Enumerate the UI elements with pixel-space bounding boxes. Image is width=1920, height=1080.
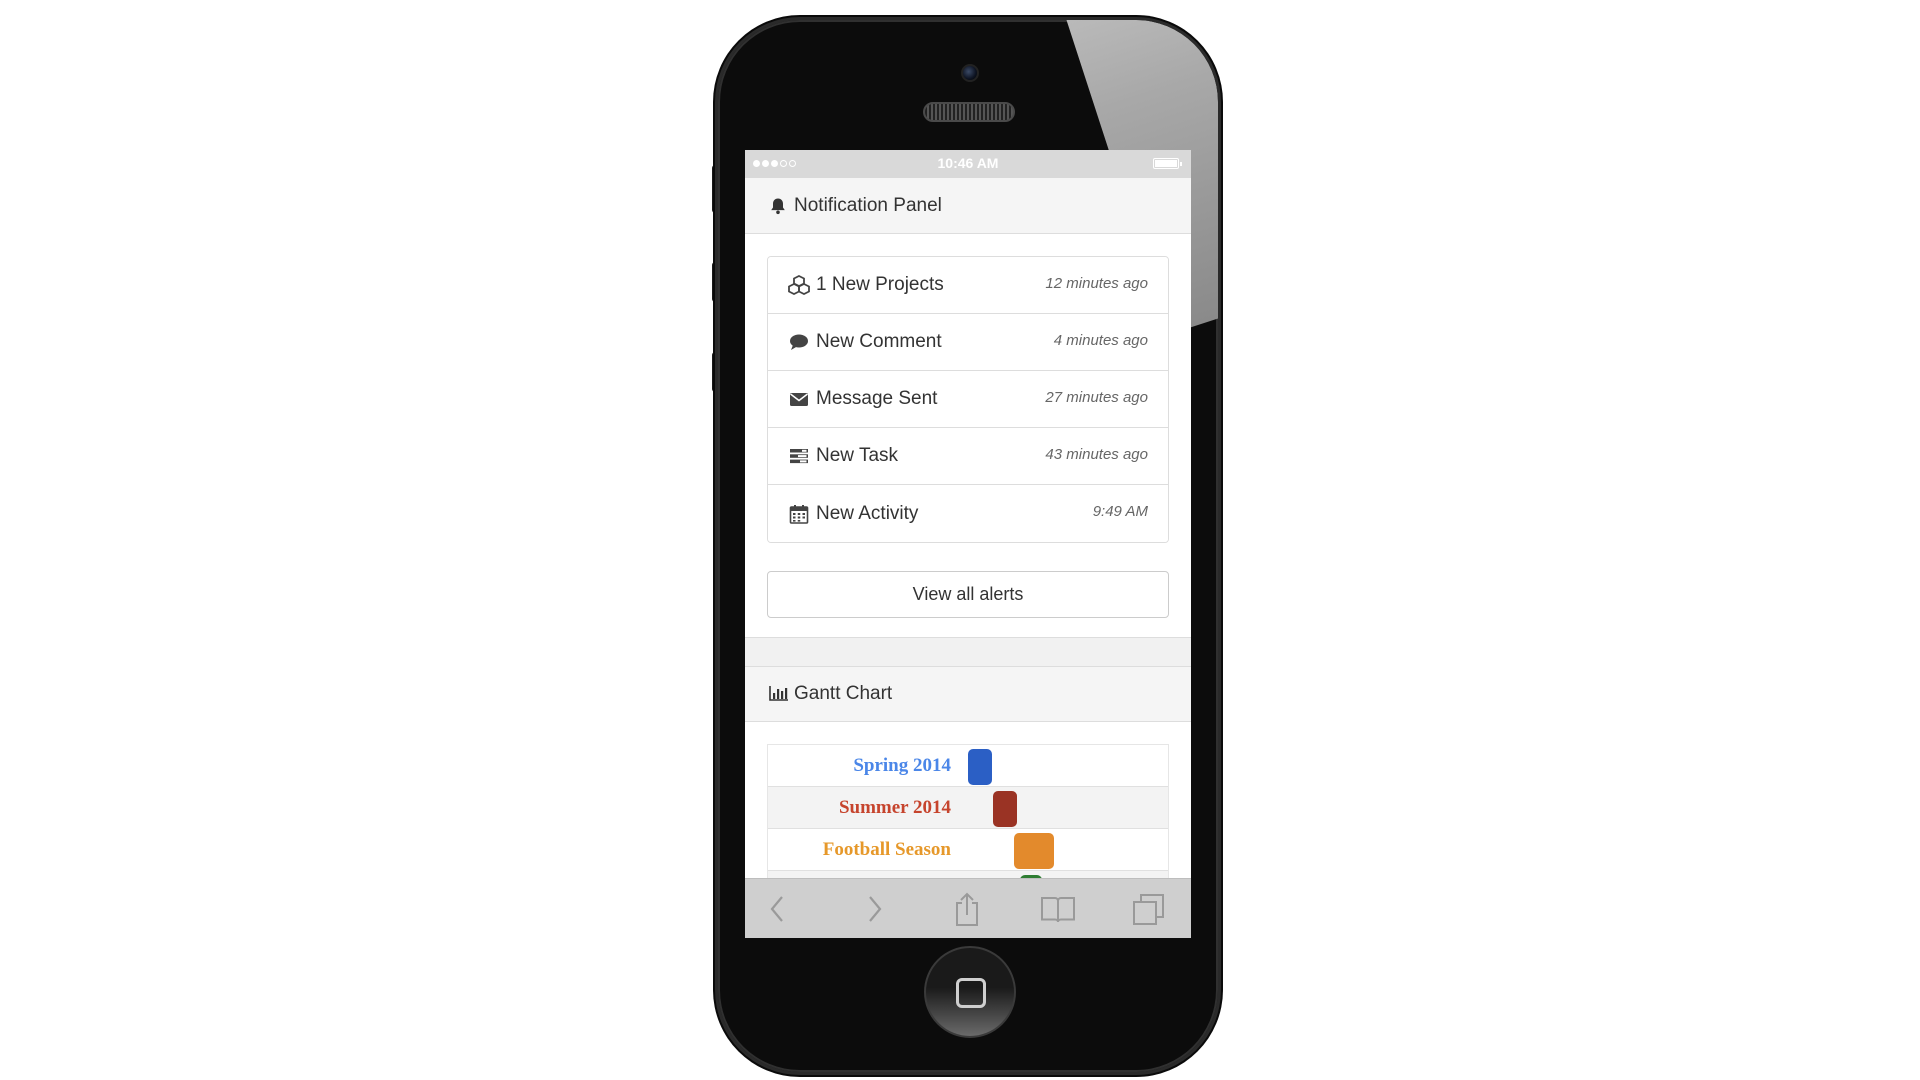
list-item-label: Message Sent bbox=[816, 388, 938, 409]
gantt-row bbox=[768, 871, 1168, 878]
section-separator bbox=[745, 638, 1191, 666]
list-item-new-task[interactable]: New Task 43 minutes ago bbox=[768, 428, 1168, 485]
speaker-grille bbox=[923, 102, 1015, 122]
list-item-time: 9:49 AM bbox=[1092, 503, 1148, 520]
cubes-icon bbox=[788, 274, 810, 296]
view-all-alerts-button[interactable]: View all alerts bbox=[767, 571, 1169, 618]
gantt-panel-title: Gantt Chart bbox=[794, 683, 893, 704]
list-item-label: 1 New Projects bbox=[816, 274, 944, 295]
comment-icon bbox=[788, 331, 810, 353]
home-button[interactable] bbox=[924, 946, 1016, 1038]
phone-screen: 10:46 AM Notification Panel 1 New Projec… bbox=[745, 150, 1191, 938]
gantt-row: Spring 2014 bbox=[768, 745, 1168, 787]
list-item-message-sent[interactable]: Message Sent 27 minutes ago bbox=[768, 371, 1168, 428]
gantt-panel-heading: Gantt Chart bbox=[745, 666, 1191, 722]
gantt-row-label: Spring 2014 bbox=[853, 755, 951, 776]
list-item-new-comment[interactable]: New Comment 4 minutes ago bbox=[768, 314, 1168, 371]
home-square-icon bbox=[956, 978, 986, 1008]
battery-icon bbox=[1153, 158, 1182, 169]
gantt-row-label: Football Season bbox=[822, 839, 951, 860]
gantt-bar[interactable] bbox=[968, 749, 992, 785]
list-item-label: New Task bbox=[816, 445, 899, 466]
gantt-bar[interactable] bbox=[993, 791, 1017, 827]
notification-panel-body: 1 New Projects 12 minutes ago New Commen… bbox=[745, 234, 1191, 618]
gantt-row: Football Season bbox=[768, 829, 1168, 871]
forward-icon[interactable] bbox=[857, 891, 893, 927]
gantt-row-label: Summer 2014 bbox=[838, 797, 951, 818]
calendar-icon bbox=[788, 503, 810, 525]
tasks-icon bbox=[788, 445, 810, 467]
panel-footer-gap bbox=[745, 618, 1191, 638]
status-bar: 10:46 AM bbox=[745, 150, 1191, 178]
gantt-bar[interactable] bbox=[1014, 833, 1054, 869]
list-item-time: 43 minutes ago bbox=[1045, 446, 1148, 463]
bar-chart-icon bbox=[769, 685, 788, 703]
list-item-time: 12 minutes ago bbox=[1045, 275, 1148, 292]
gantt-row: Summer 2014 bbox=[768, 787, 1168, 829]
gantt-chart: Spring 2014 Summer 2014 Football Season bbox=[767, 744, 1169, 878]
envelope-icon bbox=[788, 388, 810, 410]
browser-toolbar bbox=[745, 878, 1191, 938]
bell-icon bbox=[769, 197, 787, 215]
list-item-new-activity[interactable]: New Activity 9:49 AM bbox=[768, 485, 1168, 542]
list-item-label: New Activity bbox=[816, 502, 919, 524]
tabs-icon[interactable] bbox=[1131, 891, 1167, 927]
notification-panel-heading: Notification Panel bbox=[745, 178, 1191, 234]
status-time: 10:46 AM bbox=[937, 155, 999, 171]
notification-panel-title: Notification Panel bbox=[794, 194, 942, 216]
list-item-label: New Comment bbox=[816, 331, 942, 352]
list-item-time: 27 minutes ago bbox=[1045, 389, 1148, 406]
notification-list: 1 New Projects 12 minutes ago New Commen… bbox=[767, 256, 1169, 543]
back-icon[interactable] bbox=[759, 891, 795, 927]
list-item-new-projects[interactable]: 1 New Projects 12 minutes ago bbox=[768, 257, 1168, 314]
camera-icon bbox=[961, 64, 979, 82]
page-content[interactable]: Notification Panel 1 New Projects 12 min… bbox=[745, 178, 1191, 878]
share-icon[interactable] bbox=[949, 891, 985, 927]
list-item-time: 4 minutes ago bbox=[1053, 332, 1148, 349]
bookmarks-icon[interactable] bbox=[1040, 891, 1076, 927]
